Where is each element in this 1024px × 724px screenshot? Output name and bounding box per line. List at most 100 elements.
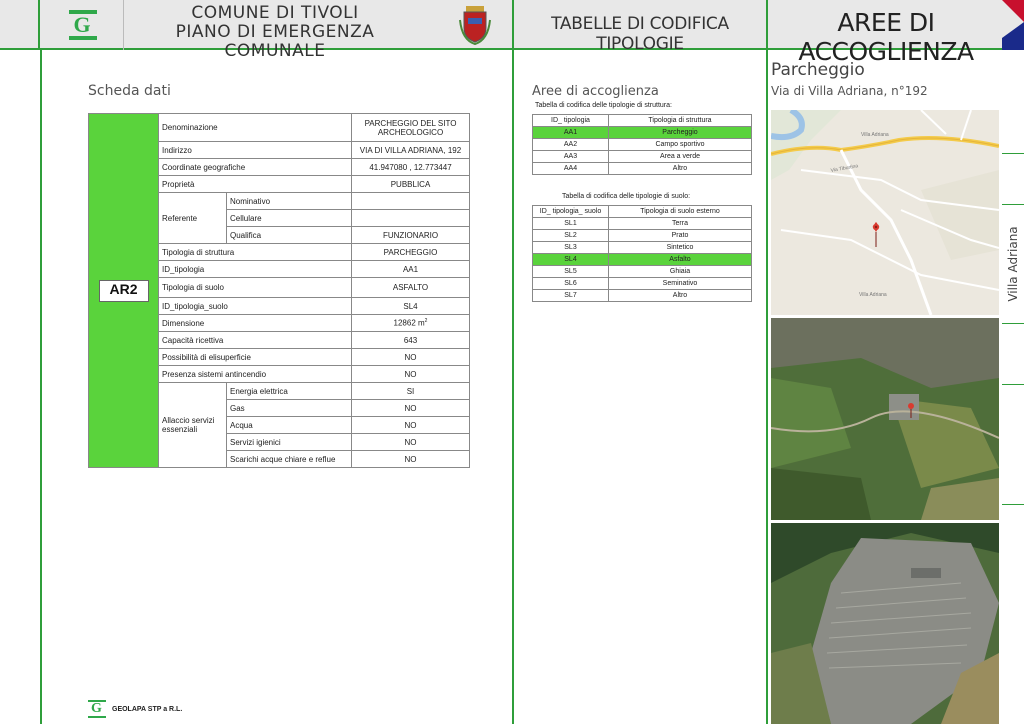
table-row: AA3 Area a verde [532, 150, 752, 163]
code-cell: SL2 [532, 229, 609, 242]
row-value: ASFALTO [351, 277, 470, 298]
code-cell: SL6 [532, 277, 609, 290]
map-label: Villa Adriana [861, 132, 889, 138]
type-cell: Terra [608, 217, 752, 230]
side-strip-rule [1002, 384, 1024, 385]
tivoli-crest-icon [459, 6, 491, 46]
type-cell: Prato [608, 229, 752, 242]
row-value: FUNZIONARIO [351, 226, 470, 244]
struttura-caption: Tabella di codifica delle tipologie di s… [535, 102, 672, 109]
frame-line [766, 50, 768, 724]
row-value: 12862 m2 [351, 314, 470, 332]
header-tab-label: Tabelle di codifica tipologie [551, 14, 729, 54]
code-cell: SL3 [532, 241, 609, 254]
row-sublabel: Energia elettrica [226, 382, 352, 400]
frame-line [40, 50, 42, 724]
footer-logo: G GEOLAPA STP a R.L. [88, 700, 182, 718]
side-strip-rule [1002, 504, 1024, 505]
oblique-aerial-photo [771, 523, 999, 724]
row-label: Allaccio servizi essenziali [158, 382, 227, 468]
frame-line [512, 50, 514, 724]
corner-flag-icon [1002, 0, 1024, 50]
side-strip-cell [1002, 50, 1024, 154]
row-value: NO [351, 348, 470, 366]
row-sublabel: Scarichi acque chiare e reflue [226, 450, 352, 468]
table-row: SL3 Sintetico [532, 241, 752, 254]
row-label: Referente [158, 192, 227, 244]
dimension-value: 12862 m [393, 318, 425, 328]
row-sublabel: Servizi igienici [226, 433, 352, 451]
row-label: Proprietà [158, 175, 352, 193]
row-value [351, 209, 470, 227]
header-left-cell [0, 0, 40, 50]
row-label: Tipologia di suolo [158, 277, 352, 298]
side-label-cell: Villa Adriana [1002, 204, 1024, 324]
table-row: SL6 Seminativo [532, 277, 752, 290]
row-value: PUBBLICA [351, 175, 470, 193]
row-label: Denominazione [158, 113, 352, 142]
row-value: PARCHEGGIO DEL SITO ARCHEOLOGICO [351, 113, 470, 142]
aerial-photo [771, 318, 999, 520]
table-header-row: ID_ tipologia_ suolo Tipologia di suolo e… [532, 205, 752, 218]
struttura-code-table: ID_ tipologia Tipologia di struttura AA1 P… [532, 114, 752, 175]
row-value: NO [351, 399, 470, 417]
type-cell: Altro [608, 289, 752, 302]
title-line-1: Comune di Tivoli [191, 3, 359, 23]
header-divider [512, 0, 514, 50]
code-cell: SL5 [532, 265, 609, 278]
place-name: Parcheggio [771, 60, 865, 80]
row-sublabel: Nominativo [226, 192, 352, 210]
column-header: Tipologia di struttura [608, 114, 752, 127]
header: G Comune di Tivoli Piano di Emergenza Co… [0, 0, 1024, 66]
row-label: ID_tipologia_suolo [158, 297, 352, 315]
code-cell: SL4 [532, 253, 609, 266]
column-header: ID_ tipologia_ suolo [532, 205, 609, 218]
header-divider [766, 0, 768, 50]
type-cell: Asfalto [608, 253, 752, 266]
road-map: Villa Adriana Villa Adriana Via Tiburtin… [771, 110, 999, 315]
row-label: Possibilità di elisuperficie [158, 348, 352, 366]
code-cell: SL7 [532, 289, 609, 302]
middle-title: Aree di accoglienza [532, 84, 659, 99]
document-title: Comune di Tivoli Piano di Emergenza Comu… [125, 4, 425, 61]
type-cell: Parcheggio [608, 126, 752, 139]
row-label: Indirizzo [158, 141, 352, 159]
row-value: AA1 [351, 260, 470, 278]
section-title: AREE DI ACCOGLIENZA [798, 8, 974, 66]
suolo-caption: Tabella di codifica delle tipologie di s… [562, 193, 691, 200]
type-cell: Ghiaia [608, 265, 752, 278]
code-cell: AA3 [532, 150, 609, 163]
table-row: AA2 Campo sportivo [532, 138, 752, 151]
sheet-title: Scheda dati [88, 83, 171, 99]
row-value: PARCHEGGIO [351, 243, 470, 261]
suolo-code-table: ID_ tipologia_ suolo Tipologia di suolo e… [532, 205, 752, 302]
table-row: SL5 Ghiaia [532, 265, 752, 278]
area-code: AR2 [98, 279, 149, 302]
code-cell: SL1 [532, 217, 609, 230]
side-strip: Villa Adriana [1002, 50, 1024, 724]
type-cell: Seminativo [608, 277, 752, 290]
g-logo-icon: G [68, 10, 97, 40]
row-label: Tipologia di struttura [158, 243, 352, 261]
row-label: Capacità ricettiva [158, 331, 352, 349]
row-value: VIA DI VILLA ADRIANA, 192 [351, 141, 470, 159]
row-label: Dimensione [158, 314, 352, 332]
table-row: AA1 Parcheggio [532, 126, 752, 139]
row-value: SI [351, 382, 470, 400]
row-sublabel: Cellulare [226, 209, 352, 227]
title-line-2: Piano di Emergenza Comunale [175, 22, 375, 61]
row-label: ID_tipologia [158, 260, 352, 278]
row-sublabel: Qualifica [226, 226, 352, 244]
side-label: Villa Adriana [1006, 226, 1020, 302]
row-value: NO [351, 450, 470, 468]
type-cell: Area a verde [608, 150, 752, 163]
column-header: ID_ tipologia [532, 114, 609, 127]
type-cell: Campo sportivo [608, 138, 752, 151]
geolapa-logo: G [42, 0, 124, 50]
table-row: AA4 Altro [532, 162, 752, 175]
table-row: SL4 Asfalto [532, 253, 752, 266]
row-label: Presenza sistemi antincendio [158, 365, 352, 383]
row-sublabel: Acqua [226, 416, 352, 434]
table-row: AR2 Denominazione PARCHEGGIO DEL SITO AR… [88, 113, 470, 468]
row-value: SL4 [351, 297, 470, 315]
